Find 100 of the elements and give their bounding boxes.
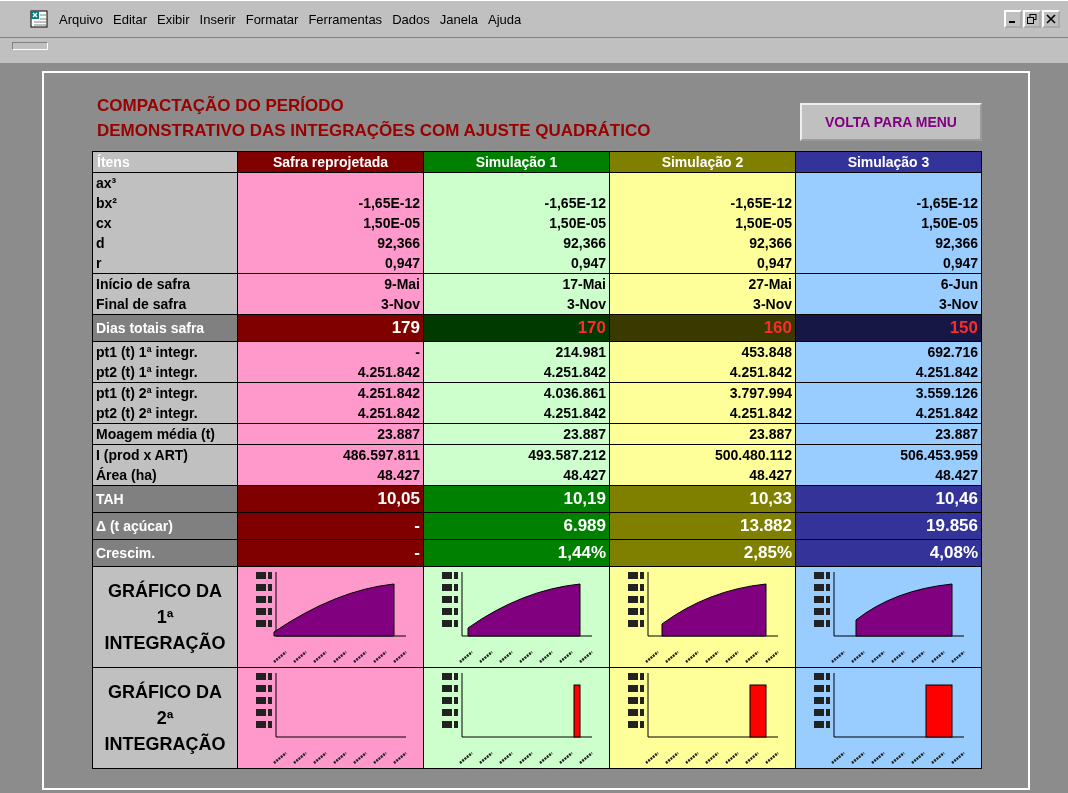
table-cell: 17-Mai [423, 273, 610, 294]
row-label: bx² [92, 193, 238, 213]
table-cell: -1,65E-12 [237, 193, 424, 213]
table-cell: 4.036.861 [423, 382, 610, 403]
table-cell: 48.427 [609, 465, 796, 486]
table-cell: 1,50E-05 [237, 213, 424, 233]
table-cell: 4.251.842 [423, 362, 610, 383]
row-label: Área (ha) [92, 465, 238, 486]
table-cell: 486.597.811 [237, 444, 424, 465]
table-cell: 4.251.842 [237, 362, 424, 383]
row-label: Moagem média (t) [92, 423, 238, 445]
table-cell: 92,366 [609, 233, 796, 253]
row-label: Início de safra [92, 273, 238, 294]
bar [925, 684, 953, 738]
y-axis-labels [442, 572, 458, 627]
y-axis-labels [256, 572, 272, 627]
y-axis-labels [628, 673, 644, 728]
table-cell: 4.251.842 [609, 403, 796, 424]
table-cell: - [237, 341, 424, 362]
table-cell: -1,65E-12 [423, 193, 610, 213]
table-cell: 6.989 [423, 512, 610, 540]
close-button[interactable] [1042, 10, 1060, 28]
table-cell: 92,366 [795, 233, 982, 253]
table-cell: 48.427 [423, 465, 610, 486]
row-label: ax³ [92, 172, 238, 193]
table-cell: 92,366 [237, 233, 424, 253]
menu-item[interactable]: Janela [434, 11, 483, 27]
row-label: d [92, 233, 238, 253]
table-cell: 4.251.842 [237, 382, 424, 403]
table-cell: 10,05 [237, 485, 424, 513]
table-cell: 4.251.842 [795, 362, 982, 383]
table-cell: 1,50E-05 [609, 213, 796, 233]
row-label: pt2 (t) 2ª integr. [92, 403, 238, 424]
menu-item[interactable]: Inserir [194, 11, 241, 27]
sheet-title: COMPACTAÇÃO DO PERÍODO DEMONSTRATIVO DAS INTEGRAÇÕES COM AJUSTE QUADRÁTICO [96, 95, 651, 142]
row-label: pt2 (t) 1ª integr. [92, 362, 238, 383]
table-cell: 1,44% [423, 539, 610, 567]
table-cell: 23.887 [795, 423, 982, 445]
table-cell: 4.251.842 [423, 403, 610, 424]
close-icon [1046, 14, 1056, 24]
table-cell: 214.981 [423, 341, 610, 362]
table-cell: 4.251.842 [237, 403, 424, 424]
minimize-button[interactable] [1004, 10, 1022, 28]
table-cell: 160 [609, 314, 796, 342]
row-label: r [92, 253, 238, 274]
restore-button[interactable] [1023, 10, 1041, 28]
table-cell: 170 [423, 314, 610, 342]
table-cell: 3.797.994 [609, 382, 796, 403]
table-cell: 4.251.842 [795, 403, 982, 424]
table-cell: 92,366 [423, 233, 610, 253]
table-cell: 150 [795, 314, 982, 342]
y-axis-labels [256, 673, 272, 728]
header-cell: Safra reprojetada [237, 151, 424, 173]
table-cell: 23.887 [423, 423, 610, 445]
menu-item[interactable]: Dados [387, 11, 435, 27]
table-cell: 453.848 [609, 341, 796, 362]
table-cell: 10,33 [609, 485, 796, 513]
menu-item[interactable]: Ajuda [483, 11, 527, 27]
table-cell: -1,65E-12 [609, 193, 796, 213]
table-cell: 506.453.959 [795, 444, 982, 465]
menu-button[interactable]: VOLTA PARA MENU [800, 103, 982, 141]
table-cell: 0,947 [237, 253, 424, 274]
menu-item[interactable]: Exibir [152, 11, 195, 27]
table-cell: 500.480.112 [609, 444, 796, 465]
menu-item[interactable]: Arquivo [54, 11, 109, 27]
table-cell: 2,85% [609, 539, 796, 567]
row-label: GRÁFICO DA 1ª INTEGRAÇÃO [92, 566, 238, 668]
table-cell: 493.587.212 [423, 444, 610, 465]
y-axis-labels [628, 572, 644, 627]
table-cell: - [237, 512, 424, 540]
y-axis-labels [814, 673, 830, 728]
table-cell: 0,947 [423, 253, 610, 274]
row-label: pt1 (t) 2ª integr. [92, 382, 238, 403]
table-cell: 6-Jun [795, 273, 982, 294]
row-label: Dias totais safra [92, 314, 238, 342]
bar [573, 684, 581, 738]
header-cell: Simulação 2 [609, 151, 796, 173]
minimize-icon [1009, 21, 1015, 23]
header-cell: Simulação 3 [795, 151, 982, 173]
table-cell: 4,08% [795, 539, 982, 567]
header-cell: Simulação 1 [423, 151, 610, 173]
spreadsheet-icon[interactable] [30, 10, 48, 28]
table-cell: 9-Mai [237, 273, 424, 294]
row-label: Δ (t açúcar) [92, 512, 238, 540]
table-cell: 179 [237, 314, 424, 342]
menu-item[interactable]: Ferramentas [303, 11, 388, 27]
toolbar-grip [12, 42, 48, 50]
table-cell: - [237, 539, 424, 567]
table-cell: 3-Nov [609, 294, 796, 315]
y-axis-labels [814, 572, 830, 627]
menu-item[interactable]: Formatar [240, 11, 304, 27]
table-cell: 0,947 [609, 253, 796, 274]
row-label: Crescim. [92, 539, 238, 567]
table-cell: 10,19 [423, 485, 610, 513]
table-cell: 0,947 [795, 253, 982, 274]
menu-item[interactable]: Editar [108, 11, 153, 27]
table-cell: 1,50E-05 [423, 213, 610, 233]
table-cell: -1,65E-12 [795, 193, 982, 213]
table-cell: 4.251.842 [609, 362, 796, 383]
row-label: GRÁFICO DA 2ª INTEGRAÇÃO [92, 667, 238, 769]
